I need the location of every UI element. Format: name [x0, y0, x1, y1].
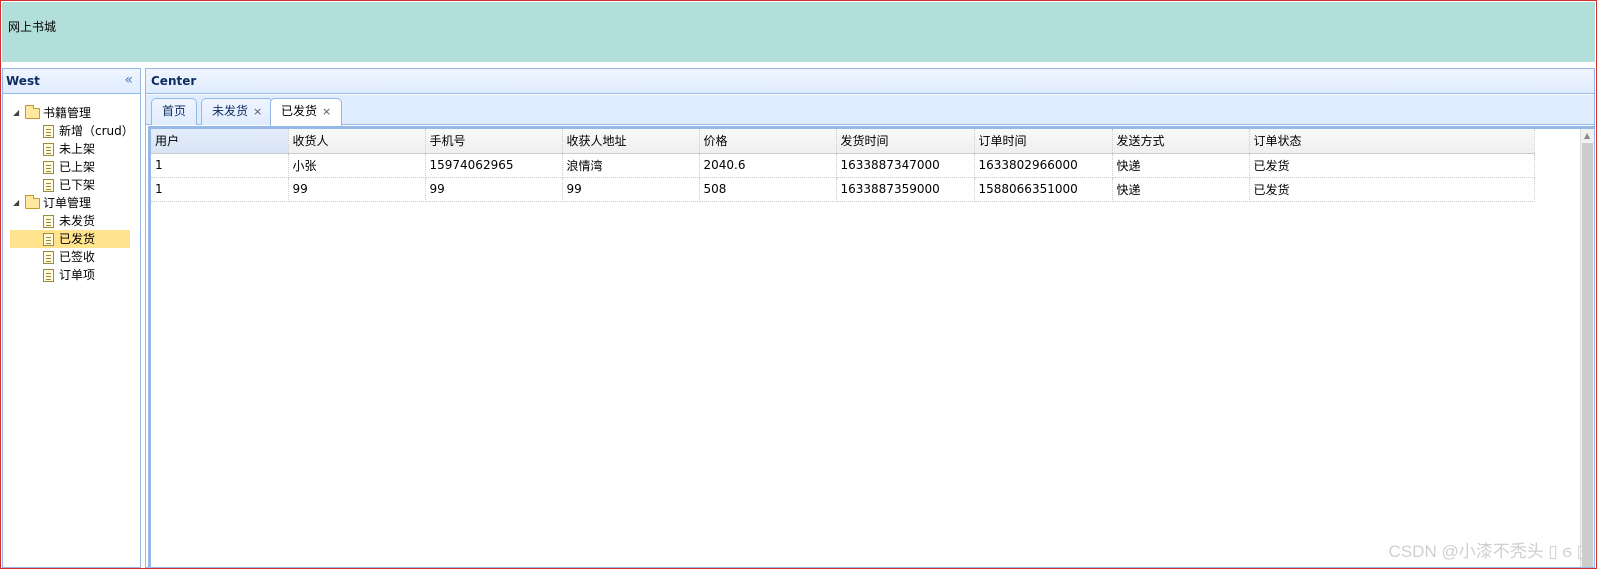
- file-icon: [43, 161, 54, 174]
- tree-item-add-crud[interactable]: 新增（crud）: [3, 122, 140, 140]
- table-row[interactable]: 1 小张 15974062965 浪情湾 2040.6 163388734700…: [151, 153, 1535, 178]
- tree-item-signed[interactable]: 已签收: [3, 248, 140, 266]
- tree-node-label: 未上架: [59, 142, 96, 156]
- tree-folder-order-management[interactable]: ◢ 订单管理: [3, 194, 140, 212]
- close-icon[interactable]: ×: [253, 105, 262, 118]
- table-cell: 99: [288, 177, 426, 202]
- tree-folder-book-management[interactable]: ◢ 书籍管理: [3, 104, 140, 122]
- tree-item-unshipped[interactable]: 未发货: [3, 212, 140, 230]
- tab-unshipped[interactable]: 未发货 ×: [201, 98, 274, 125]
- column-header[interactable]: 手机号: [425, 129, 563, 154]
- scrollbar-thumb[interactable]: [1582, 143, 1593, 567]
- tree-item-delisted[interactable]: 已下架: [3, 176, 140, 194]
- tree-node-label: 新增（crud）: [59, 124, 134, 138]
- north-splitter[interactable]: [2, 62, 1595, 66]
- watermark: CSDN @小漆不秃头 ▯ ϭ ▯: [1388, 542, 1586, 561]
- app-frame: 网上书城 West « ◢ 书籍管理 新增（crud） 未上架 已上架 已下架 …: [0, 0, 1597, 569]
- tree-node-label: 已下架: [59, 178, 96, 192]
- table-cell: 15974062965: [425, 153, 563, 178]
- tree-node-label: 未发货: [59, 214, 96, 228]
- tree-node-label: 已签收: [59, 250, 96, 264]
- column-header[interactable]: 价格: [699, 129, 837, 154]
- table-cell: 2040.6: [699, 153, 837, 178]
- column-header[interactable]: 发送方式: [1112, 129, 1250, 154]
- file-icon: [43, 269, 54, 282]
- table-cell: 1588066351000: [974, 177, 1113, 202]
- column-header[interactable]: 用户: [151, 129, 289, 154]
- west-panel-header: West «: [3, 69, 140, 94]
- west-panel: West « ◢ 书籍管理 新增（crud） 未上架 已上架 已下架 ◢ 订单管…: [2, 68, 141, 568]
- column-header[interactable]: 收获人地址: [562, 129, 700, 154]
- table-cell: 快递: [1112, 153, 1250, 178]
- tree-item-shipped[interactable]: 已发货: [10, 230, 130, 248]
- tree-node-label: 已上架: [59, 160, 96, 174]
- tab-label: 未发货: [212, 104, 249, 118]
- tree-node-label: 书籍管理: [43, 106, 92, 120]
- table-cell: 1633887347000: [836, 153, 975, 178]
- orders-table: 用户 收货人 手机号 收获人地址 价格 发货时间 订单时间 发送方式 订单状态 …: [151, 129, 1535, 202]
- nav-tree: ◢ 书籍管理 新增（crud） 未上架 已上架 已下架 ◢ 订单管理 未发货 已…: [3, 94, 140, 284]
- tree-expand-icon[interactable]: ◢: [13, 104, 19, 122]
- table-cell: 小张: [288, 153, 426, 178]
- tree-item-not-listed[interactable]: 未上架: [3, 140, 140, 158]
- file-icon: [43, 143, 54, 156]
- tree-node-label: 已发货: [59, 232, 96, 246]
- table-cell: 1633887359000: [836, 177, 975, 202]
- table-cell: 99: [562, 177, 700, 202]
- tree-item-listed[interactable]: 已上架: [3, 158, 140, 176]
- file-icon: [43, 125, 54, 138]
- center-panel-header: Center: [146, 69, 1594, 94]
- table-cell: 508: [699, 177, 837, 202]
- file-icon: [43, 215, 54, 228]
- tree-node-label: 订单管理: [43, 196, 92, 210]
- tab-label: 首页: [162, 104, 187, 118]
- tree-expand-icon[interactable]: ◢: [13, 194, 19, 212]
- tab-label: 已发货: [281, 104, 318, 118]
- site-title: 网上书城: [8, 20, 57, 34]
- table-cell: 已发货: [1249, 153, 1535, 178]
- folder-icon: [25, 105, 40, 119]
- vertical-scrollbar[interactable]: ▲: [1580, 129, 1594, 567]
- tab-strip: 首页 未发货 × 已发货 ×: [146, 95, 1594, 126]
- column-header[interactable]: 发货时间: [836, 129, 975, 154]
- column-header[interactable]: 订单时间: [974, 129, 1113, 154]
- file-icon: [43, 233, 54, 246]
- center-panel-title: Center: [151, 74, 197, 88]
- tree-node-label: 订单项: [59, 268, 96, 282]
- table-cell: 1: [151, 177, 289, 202]
- file-icon: [43, 179, 54, 192]
- column-header[interactable]: 订单状态: [1249, 129, 1535, 154]
- close-icon[interactable]: ×: [322, 105, 331, 118]
- table-header-row: 用户 收货人 手机号 收获人地址 价格 发货时间 订单时间 发送方式 订单状态: [151, 129, 1535, 154]
- north-region: 网上书城: [2, 2, 1595, 62]
- west-panel-title: West: [6, 74, 40, 88]
- table-cell: 浪情湾: [562, 153, 700, 178]
- tab-shipped[interactable]: 已发货 ×: [270, 98, 343, 126]
- column-header[interactable]: 收货人: [288, 129, 426, 154]
- folder-icon: [25, 195, 40, 209]
- center-panel: Center 首页 未发货 × 已发货 × 用户 收货人 手机号 收获人地址 价…: [145, 68, 1595, 568]
- collapse-left-icon[interactable]: «: [124, 72, 133, 88]
- datagrid: 用户 收货人 手机号 收获人地址 价格 发货时间 订单时间 发送方式 订单状态 …: [148, 126, 1594, 567]
- table-cell: 99: [425, 177, 563, 202]
- file-icon: [43, 251, 54, 264]
- table-cell: 1: [151, 153, 289, 178]
- table-row[interactable]: 1 99 99 99 508 1633887359000 15880663510…: [151, 177, 1535, 202]
- tree-item-order-items[interactable]: 订单项: [3, 266, 140, 284]
- table-cell: 快递: [1112, 177, 1250, 202]
- tab-home[interactable]: 首页: [151, 98, 198, 125]
- scroll-up-icon[interactable]: ▲: [1584, 131, 1590, 140]
- table-cell: 1633802966000: [974, 153, 1113, 178]
- table-cell: 已发货: [1249, 177, 1535, 202]
